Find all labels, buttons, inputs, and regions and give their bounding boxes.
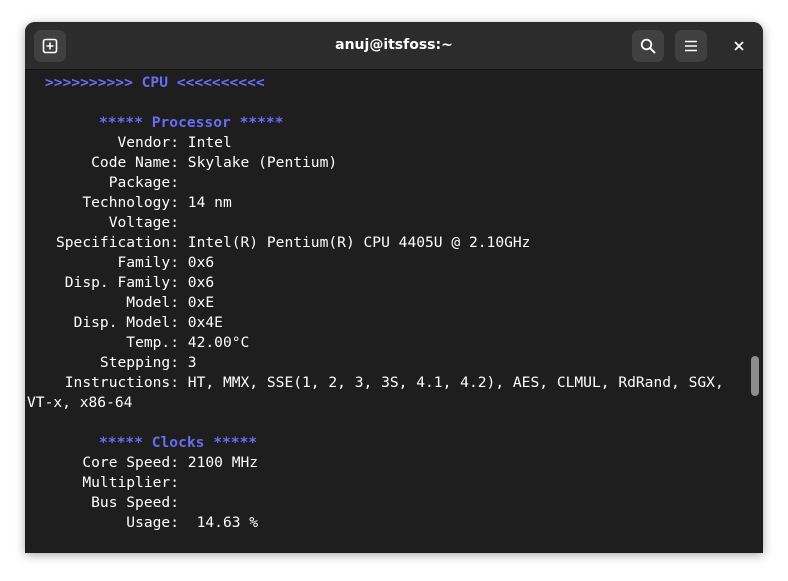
title-bar: anuj@itsfoss:~ xyxy=(25,22,763,70)
processor-header: ***** Processor ***** xyxy=(99,114,284,131)
row-label: Disp. Model: xyxy=(73,314,179,331)
info-row: Vendor: Intel xyxy=(27,133,232,153)
row-value: 2100 MHz xyxy=(187,454,259,471)
row-label: Code Name: xyxy=(91,154,179,171)
row-value: 42.00°C xyxy=(187,334,250,351)
row-label: Vendor: xyxy=(117,134,179,151)
row-label: Technology: xyxy=(82,194,179,211)
close-button[interactable] xyxy=(723,30,755,62)
section-banner: >>>>>>>>>> CPU <<<<<<<<<< xyxy=(45,74,265,91)
scrollbar-thumb[interactable] xyxy=(751,356,759,396)
row-value: 14.63 % xyxy=(187,514,259,531)
row-value: Intel xyxy=(187,134,232,151)
info-row: Instructions: HT, MMX, SSE(1, 2, 3, 3S, … xyxy=(27,373,724,393)
row-label: Core Speed: xyxy=(82,454,179,471)
info-row: Specification: Intel(R) Pentium(R) CPU 4… xyxy=(27,233,530,253)
info-row: Core Speed: 2100 MHz xyxy=(27,453,258,473)
info-row: Disp. Model: 0x4E xyxy=(27,313,223,333)
row-value: 3 xyxy=(187,354,197,371)
row-label: Instructions: xyxy=(64,374,179,391)
row-label: Family: xyxy=(117,254,179,271)
row-label: Stepping: xyxy=(99,354,179,371)
row-label: Bus Speed: xyxy=(91,494,179,511)
terminal-window: anuj@itsfoss:~ >>>>>>>>>> CPU <<<<<<<<<<… xyxy=(25,22,763,553)
search-button[interactable] xyxy=(632,30,664,62)
close-icon xyxy=(734,41,744,51)
row-value: Intel(R) Pentium(R) CPU 4405U @ 2.10GHz xyxy=(187,234,531,251)
info-row: Technology: 14 nm xyxy=(27,193,232,213)
row-label: Specification: xyxy=(55,234,179,251)
scrollbar[interactable] xyxy=(747,70,763,553)
info-row: Family: 0x6 xyxy=(27,253,214,273)
search-icon xyxy=(640,38,656,54)
row-value: HT, MMX, SSE(1, 2, 3, 3S, 4.1, 4.2), AES… xyxy=(187,374,724,391)
row-value: 0x6 xyxy=(187,254,215,271)
clocks-header: ***** Clocks ***** xyxy=(99,434,258,451)
row-label: Usage: xyxy=(126,514,179,531)
info-row: Voltage: xyxy=(27,213,188,233)
row-label: Temp.: xyxy=(126,334,179,351)
info-row: Temp.: 42.00°C xyxy=(27,333,249,353)
info-row: Stepping: 3 xyxy=(27,353,197,373)
instructions-continuation: VT-x, x86-64 xyxy=(27,394,133,411)
row-value: 0x4E xyxy=(187,314,223,331)
row-label: Voltage: xyxy=(108,214,179,231)
info-row: Usage: 14.63 % xyxy=(27,513,258,533)
row-label: Package: xyxy=(108,174,179,191)
menu-button[interactable] xyxy=(675,30,707,62)
info-row: Package: xyxy=(27,173,188,193)
row-value: Skylake (Pentium) xyxy=(187,154,338,171)
terminal-output[interactable]: >>>>>>>>>> CPU <<<<<<<<<< ***** Processo… xyxy=(25,70,747,553)
row-value: 14 nm xyxy=(187,194,232,211)
info-row: Bus Speed: xyxy=(27,493,188,513)
row-value: 0xE xyxy=(187,294,215,311)
hamburger-menu-icon xyxy=(685,40,697,52)
info-row: Code Name: Skylake (Pentium) xyxy=(27,153,337,173)
info-row: Multiplier: xyxy=(27,473,188,493)
row-label: Disp. Family: xyxy=(64,274,179,291)
row-label: Multiplier: xyxy=(82,474,179,491)
row-label: Model: xyxy=(126,294,179,311)
info-row: Model: 0xE xyxy=(27,293,214,313)
info-row: Disp. Family: 0x6 xyxy=(27,273,214,293)
row-value: 0x6 xyxy=(187,274,215,291)
